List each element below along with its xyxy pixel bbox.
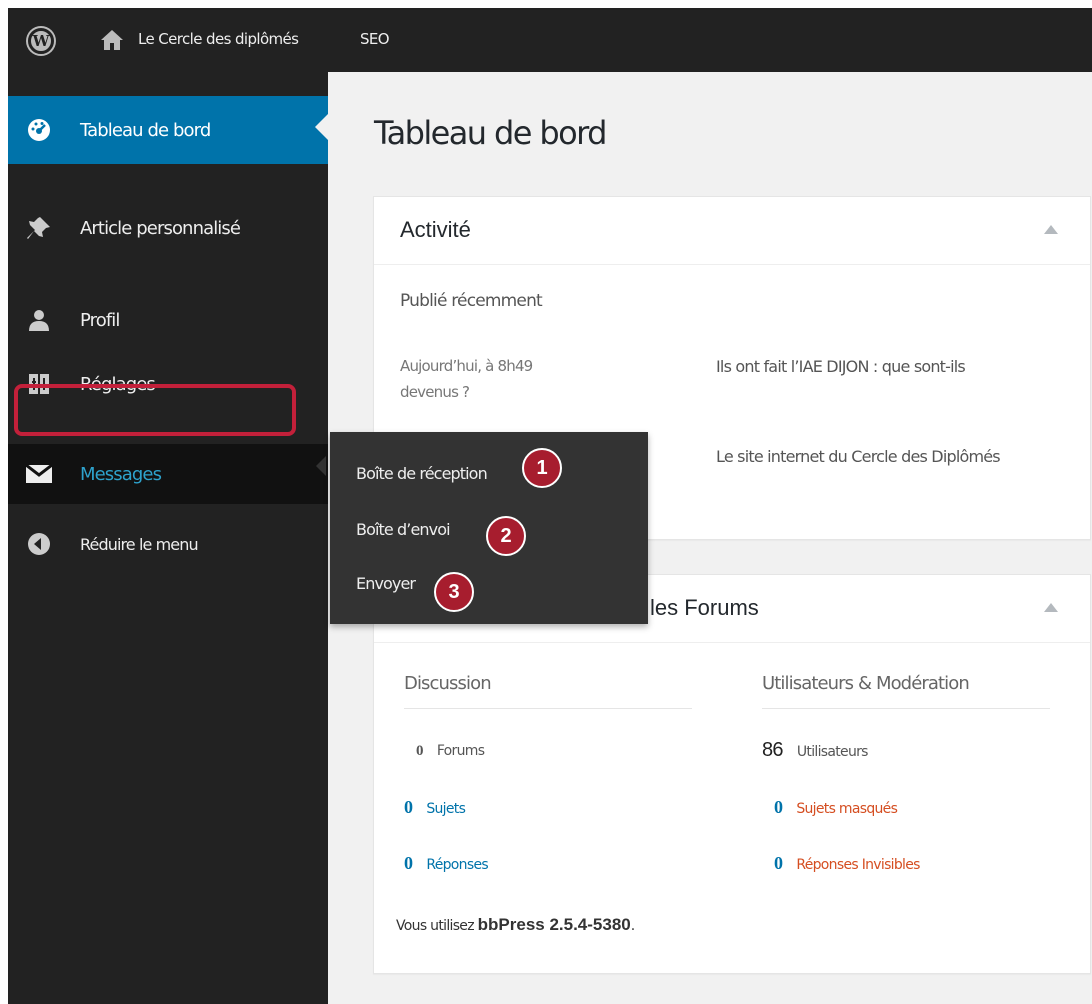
- step-badge-2: 2: [486, 516, 526, 556]
- activity-widget-title: Activité: [400, 217, 471, 242]
- envelope-icon: [26, 461, 52, 487]
- admin-bar: W Le Cercle des diplômés SEO: [8, 8, 1092, 72]
- stat-invisible-replies[interactable]: 0 Réponses Invisibles: [774, 853, 920, 874]
- seo-link[interactable]: SEO: [360, 30, 390, 48]
- submenu-item-inbox[interactable]: Boîte de réception: [356, 464, 488, 483]
- pin-icon: [26, 215, 52, 241]
- step-badge-3: 3: [434, 572, 474, 612]
- stat-forums: 0 Forums: [416, 743, 485, 759]
- stat-replies[interactable]: 0 Réponses: [404, 853, 489, 874]
- site-name-link[interactable]: Le Cercle des diplômés: [138, 30, 299, 48]
- flyout-arrow: [316, 456, 326, 476]
- sidebar-item-profile[interactable]: Profil: [8, 290, 328, 350]
- post-link[interactable]: Ils ont fait l’IAE DIJON : que sont-ils: [716, 357, 966, 376]
- stat-users: 86 Utilisateurs: [762, 739, 868, 761]
- messages-submenu: Boîte de réception 1 Boîte d’envoi 2 Env…: [330, 432, 648, 624]
- post-link[interactable]: Le site internet du Cercle des Diplômés: [716, 447, 1001, 466]
- sidebar-item-messages[interactable]: Messages: [8, 444, 328, 504]
- discussion-column-header: Discussion: [404, 673, 692, 709]
- home-icon[interactable]: [100, 29, 124, 51]
- active-indicator: [315, 114, 328, 140]
- collapse-icon: [26, 531, 52, 557]
- sidebar-item-dashboard[interactable]: Tableau de bord: [8, 96, 328, 164]
- post-title-wrap: devenus ?: [400, 383, 470, 401]
- bbpress-version-note: Vous utilisez bbPress 2.5.4-5380.: [396, 915, 635, 934]
- submenu-item-send[interactable]: Envoyer: [356, 574, 416, 593]
- step-badge-1: 1: [522, 448, 562, 488]
- sidebar-item-label: Messages: [80, 463, 162, 485]
- sidebar-item-label: Profil: [80, 309, 120, 331]
- admin-sidebar: Tableau de bord Article personnalisé Pro…: [8, 72, 328, 1004]
- sidebar-item-label: Article personnalisé: [80, 217, 241, 239]
- messages-highlight-box: [14, 384, 296, 436]
- sidebar-item-custom-article[interactable]: Article personnalisé: [8, 198, 328, 258]
- page-title: Tableau de bord: [374, 114, 607, 152]
- submenu-item-outbox[interactable]: Boîte d’envoi: [356, 520, 451, 539]
- post-date: Aujourd’hui, à 8h49: [400, 357, 533, 375]
- stat-hidden-topics[interactable]: 0 Sujets masqués: [774, 797, 898, 818]
- forums-widget: les Forums Discussion Utilisateurs & Mod…: [373, 574, 1091, 974]
- collapse-menu-button[interactable]: Réduire le menu: [8, 514, 328, 574]
- forums-widget-title: les Forums: [650, 595, 759, 620]
- users-column-header: Utilisateurs & Modération: [762, 673, 1050, 709]
- collapse-toggle-icon[interactable]: [1044, 603, 1058, 612]
- user-icon: [26, 307, 52, 333]
- activity-widget-header[interactable]: Activité: [374, 197, 1090, 265]
- sidebar-item-label: Réduire le menu: [80, 534, 199, 554]
- collapse-toggle-icon[interactable]: [1044, 225, 1058, 234]
- sidebar-item-label: Tableau de bord: [80, 119, 211, 141]
- stat-topics[interactable]: 0 Sujets: [404, 797, 466, 818]
- dashboard-icon: [26, 117, 52, 143]
- recently-published-heading: Publié récemment: [400, 291, 543, 311]
- wordpress-logo-icon[interactable]: W: [28, 28, 54, 54]
- wp-admin-window: W Le Cercle des diplômés SEO Tableau de …: [8, 8, 1092, 1004]
